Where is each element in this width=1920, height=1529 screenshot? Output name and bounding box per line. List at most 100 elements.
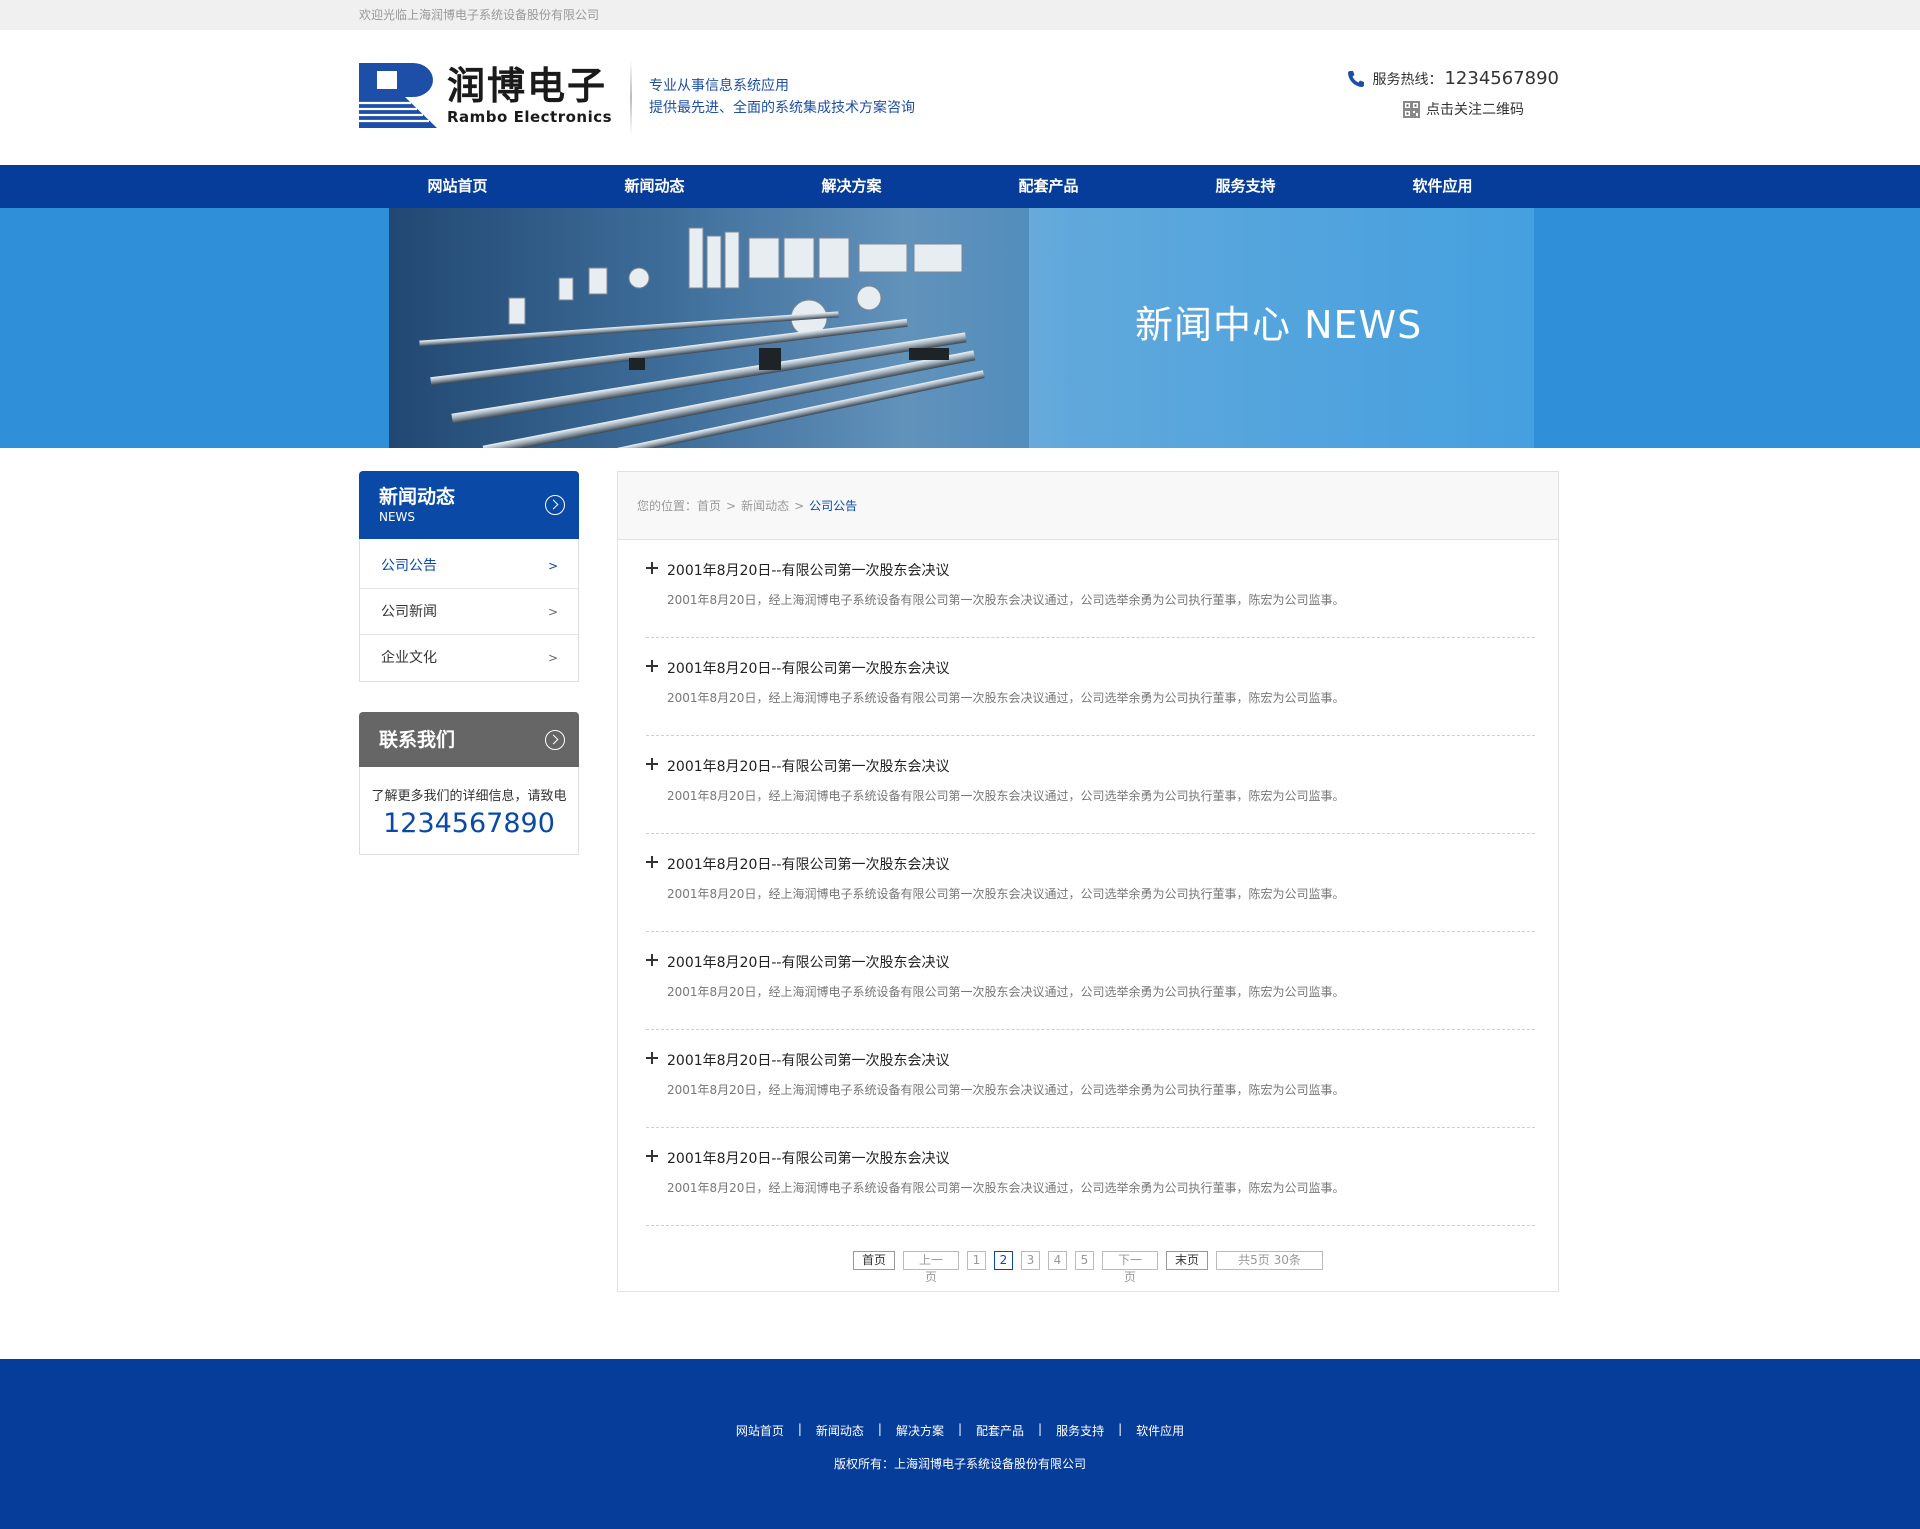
contact-header: 联系我们: [359, 712, 579, 767]
news-item[interactable]: 2001年8月20日--有限公司第一次股东会决议 2001年8月20日，经上海润…: [646, 638, 1535, 736]
contact-tip: 了解更多我们的详细信息，请致电: [371, 789, 567, 804]
nav-item-home[interactable]: 网站首页: [359, 165, 556, 208]
header: 润博电子 Rambo Electronics 专业从事信息系统应用 提供最先进、…: [359, 30, 1559, 165]
contact-phone: 1234567890: [383, 808, 555, 839]
nav-item-software[interactable]: 软件应用: [1344, 165, 1541, 208]
news-summary: 2001年8月20日，经上海润博电子系统设备有限公司第一次股东会决议通过，公司选…: [667, 887, 1345, 901]
footer-link-news[interactable]: 新闻动态: [802, 1422, 878, 1439]
nav-item-news[interactable]: 新闻动态: [556, 165, 753, 208]
chevron-right-icon: >: [547, 651, 558, 665]
news-title[interactable]: 2001年8月20日--有限公司第一次股东会决议: [667, 736, 1535, 776]
slogan: 专业从事信息系统应用 提供最先进、全面的系统集成技术方案咨询: [649, 75, 915, 119]
news-item[interactable]: 2001年8月20日--有限公司第一次股东会决议 2001年8月20日，经上海润…: [646, 932, 1535, 1030]
plus-icon: [646, 660, 658, 672]
news-item[interactable]: 2001年8月20日--有限公司第一次股东会决议 2001年8月20日，经上海润…: [646, 1128, 1535, 1226]
pager-first-button[interactable]: 首页: [852, 1251, 895, 1270]
slogan-line-2: 提供最先进、全面的系统集成技术方案咨询: [649, 100, 915, 116]
footer-link-home[interactable]: 网站首页: [722, 1422, 798, 1439]
logo-mark-icon: [359, 63, 439, 128]
plus-icon: [646, 562, 658, 574]
banner-title: 新闻中心 NEWS: [1135, 303, 1423, 347]
banner-products-illustration: [389, 208, 1029, 448]
qr-link[interactable]: 点击关注二维码: [1346, 99, 1524, 119]
hotline-label: 服务热线：: [1372, 71, 1443, 88]
sidebar-item-company-news[interactable]: 公司新闻 >: [360, 589, 578, 635]
pager-prev-button[interactable]: 上一页: [903, 1251, 959, 1284]
chevron-right-icon: >: [547, 559, 558, 573]
pager-last-button[interactable]: 末页: [1166, 1251, 1209, 1270]
sidebar-item-label: 公司新闻: [381, 604, 437, 620]
qr-label: 点击关注二维码: [1426, 102, 1524, 118]
footer-link-software[interactable]: 软件应用: [1122, 1422, 1198, 1439]
sidebar-item-culture[interactable]: 企业文化 >: [360, 635, 578, 681]
footer-links: 网站首页 | 新闻动态 | 解决方案 | 配套产品 | 服务支持 | 软件应用: [0, 1422, 1920, 1439]
news-title[interactable]: 2001年8月20日--有限公司第一次股东会决议: [667, 1030, 1535, 1070]
news-title[interactable]: 2001年8月20日--有限公司第一次股东会决议: [667, 540, 1535, 580]
hotline-number: 1234567890: [1444, 68, 1559, 89]
sidebar-item-label: 企业文化: [381, 650, 437, 666]
plus-icon: [646, 856, 658, 868]
slogan-line-1: 专业从事信息系统应用: [649, 78, 789, 94]
site-logo[interactable]: 润博电子 Rambo Electronics: [359, 63, 612, 128]
pager-page-5[interactable]: 5: [1075, 1251, 1094, 1270]
plus-icon: [646, 1052, 658, 1064]
news-item[interactable]: 2001年8月20日--有限公司第一次股东会决议 2001年8月20日，经上海润…: [646, 540, 1535, 638]
pager-page-2[interactable]: 2: [994, 1251, 1013, 1270]
news-item[interactable]: 2001年8月20日--有限公司第一次股东会决议 2001年8月20日，经上海润…: [646, 1030, 1535, 1128]
news-summary: 2001年8月20日，经上海润博电子系统设备有限公司第一次股东会决议通过，公司选…: [667, 985, 1345, 999]
news-summary: 2001年8月20日，经上海润博电子系统设备有限公司第一次股东会决议通过，公司选…: [667, 593, 1345, 607]
banner-image: 新闻中心 NEWS: [389, 208, 1534, 448]
nav-item-support[interactable]: 服务支持: [1147, 165, 1344, 208]
pagination: 首页 上一页 1 2 3 4 5 下一页 末页 共5页 30条: [618, 1251, 1558, 1284]
news-title[interactable]: 2001年8月20日--有限公司第一次股东会决议: [667, 932, 1535, 972]
circle-arrow-icon: [545, 729, 565, 750]
page-banner: 新闻中心 NEWS: [0, 208, 1920, 448]
breadcrumb-separator: >: [794, 499, 805, 513]
pager-total: 共5页 30条: [1216, 1251, 1324, 1270]
logo-english-name: Rambo Electronics: [447, 107, 613, 126]
plus-icon: [646, 954, 658, 966]
nav-item-products[interactable]: 配套产品: [950, 165, 1147, 208]
breadcrumb-current: 公司公告: [809, 499, 858, 513]
chevron-right-icon: >: [547, 605, 558, 619]
plus-icon: [646, 758, 658, 770]
pager-page-1[interactable]: 1: [967, 1251, 986, 1270]
news-item[interactable]: 2001年8月20日--有限公司第一次股东会决议 2001年8月20日，经上海润…: [646, 736, 1535, 834]
plus-icon: [646, 1150, 658, 1162]
news-title[interactable]: 2001年8月20日--有限公司第一次股东会决议: [667, 1128, 1535, 1168]
breadcrumb-separator: >: [726, 499, 737, 513]
breadcrumb-prefix: 您的位置：: [637, 499, 698, 513]
contact-box: 联系我们 了解更多我们的详细信息，请致电 1234567890: [359, 712, 579, 855]
sidebar-header: 新闻动态 NEWS: [359, 471, 579, 539]
footer-link-support[interactable]: 服务支持: [1042, 1422, 1118, 1439]
footer-link-products[interactable]: 配套产品: [962, 1422, 1038, 1439]
footer: 网站首页 | 新闻动态 | 解决方案 | 配套产品 | 服务支持 | 软件应用 …: [0, 1359, 1920, 1529]
sidebar-item-announcements[interactable]: 公司公告 >: [360, 543, 578, 589]
top-bar: 欢迎光临上海润博电子系统设备股份有限公司: [0, 0, 1920, 30]
breadcrumb-home[interactable]: 首页: [697, 499, 721, 513]
footer-link-solutions[interactable]: 解决方案: [882, 1422, 958, 1439]
pager-page-3[interactable]: 3: [1021, 1251, 1040, 1270]
news-summary: 2001年8月20日，经上海润博电子系统设备有限公司第一次股东会决议通过，公司选…: [667, 789, 1345, 803]
circle-arrow-icon: [545, 495, 565, 515]
content-panel: 您的位置：首页 > 新闻动态 > 公司公告 2001年8月20日--有限公司第一次股东会…: [617, 471, 1559, 1292]
sidebar-item-label: 公司公告: [381, 558, 437, 574]
logo-chinese-name: 润博电子: [447, 63, 608, 108]
main-area: 新闻动态 NEWS 公司公告 > 公司新闻 > 企业文化 > 联系我们 了解更多…: [0, 448, 1920, 1358]
news-list: 2001年8月20日--有限公司第一次股东会决议 2001年8月20日，经上海润…: [618, 540, 1558, 1226]
breadcrumb-news[interactable]: 新闻动态: [741, 499, 789, 513]
news-title[interactable]: 2001年8月20日--有限公司第一次股东会决议: [667, 834, 1535, 874]
phone-icon: [1346, 69, 1366, 89]
pager-page-4[interactable]: 4: [1048, 1251, 1067, 1270]
news-summary: 2001年8月20日，经上海润博电子系统设备有限公司第一次股东会决议通过，公司选…: [667, 1083, 1345, 1097]
sidebar: 新闻动态 NEWS 公司公告 > 公司新闻 > 企业文化 > 联系我们 了解更多…: [359, 471, 579, 855]
news-summary: 2001年8月20日，经上海润博电子系统设备有限公司第一次股东会决议通过，公司选…: [667, 1181, 1345, 1195]
welcome-text: 欢迎光临上海润博电子系统设备股份有限公司: [359, 8, 600, 22]
main-nav: 网站首页 新闻动态 解决方案 配套产品 服务支持 软件应用: [0, 165, 1920, 208]
pager-next-button[interactable]: 下一页: [1102, 1251, 1158, 1284]
sidebar-menu: 公司公告 > 公司新闻 > 企业文化 >: [359, 539, 579, 682]
news-title[interactable]: 2001年8月20日--有限公司第一次股东会决议: [667, 638, 1535, 678]
news-item[interactable]: 2001年8月20日--有限公司第一次股东会决议 2001年8月20日，经上海润…: [646, 834, 1535, 932]
hotline-block: 服务热线： 1234567890 点击关注二维码: [1346, 68, 1559, 119]
nav-item-solutions[interactable]: 解决方案: [753, 165, 950, 208]
